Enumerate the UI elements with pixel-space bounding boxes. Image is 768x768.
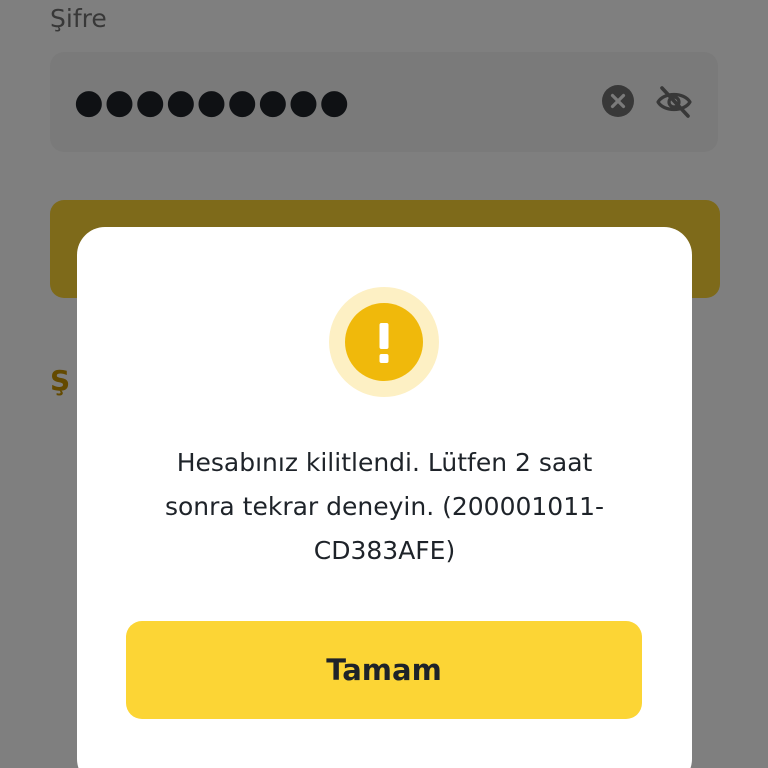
account-locked-dialog: Hesabınız kilitlendi. Lütfen 2 saat sonr… — [77, 227, 692, 768]
dialog-message: Hesabınız kilitlendi. Lütfen 2 saat sonr… — [77, 441, 692, 573]
message-line: Hesabınız kilitlendi. Lütfen 2 saat — [176, 448, 593, 477]
login-screen: Şifre ●●●●●●●●● Ş — [0, 0, 768, 768]
exclamation-icon — [345, 303, 423, 381]
ok-button[interactable]: Tamam — [126, 621, 642, 719]
message-line: sonra tekrar deneyin. (200001011- — [164, 492, 605, 521]
message-line: CD383AFE) — [313, 536, 456, 565]
warning-icon — [329, 287, 439, 397]
